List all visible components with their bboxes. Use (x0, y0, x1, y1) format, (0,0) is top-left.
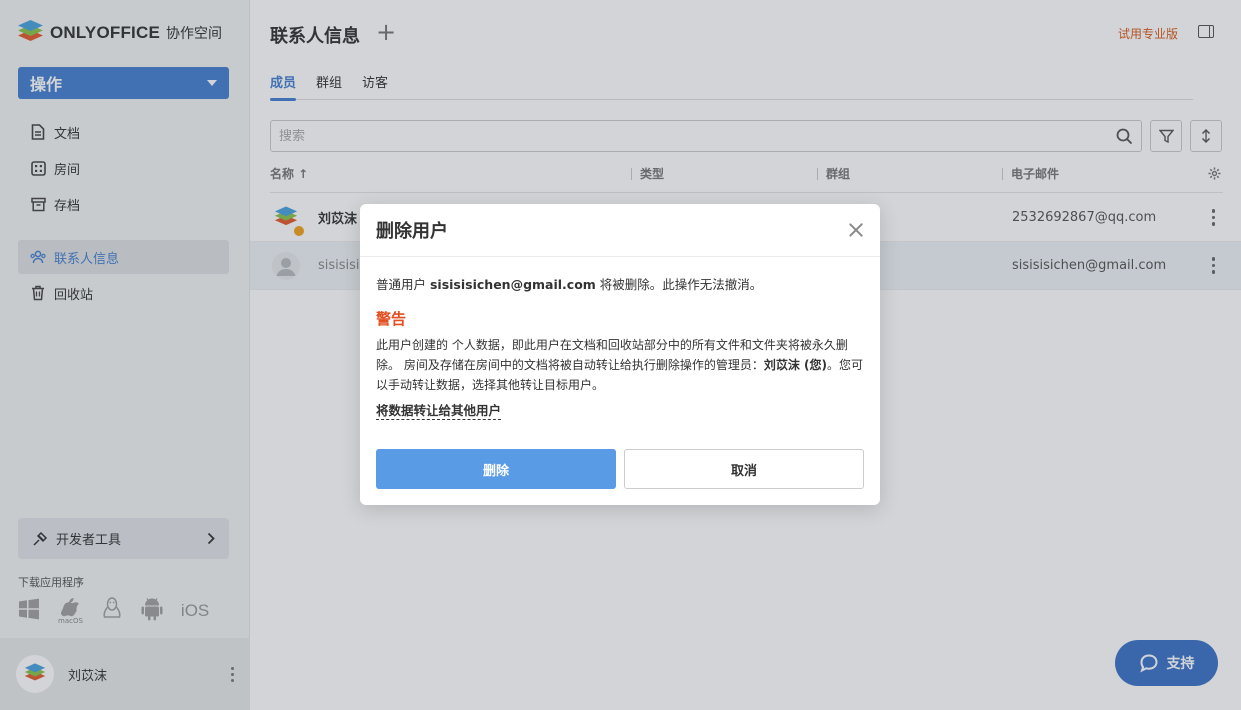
delete-button[interactable]: 删除 (376, 449, 616, 489)
warning-text: 此用户创建的 个人数据，即此用户在文档和回收站部分中的所有文件和文件夹将被永久删… (376, 338, 863, 392)
delete-user-dialog: 删除用户 普通用户 sisisisichen@gmail.com 将被删除。此操… (360, 204, 880, 505)
cancel-button[interactable]: 取消 (624, 449, 864, 489)
dialog-body: 普通用户 sisisisichen@gmail.com 将被删除。此操作无法撤消… (360, 257, 880, 421)
warning-title: 警告 (376, 310, 407, 328)
dialog-footer: 删除 取消 (376, 449, 864, 489)
dialog-title: 删除用户 (376, 221, 448, 242)
transfer-data-link[interactable]: 将数据转让给其他用户 (376, 403, 502, 420)
admin-name: 刘苡沫 (您) (763, 358, 827, 372)
delete-message: 普通用户 sisisisichen@gmail.com 将被删除。此操作无法撤消… (376, 277, 763, 292)
deleted-user-email: sisisisichen@gmail.com (429, 277, 596, 292)
dialog-header: 删除用户 (360, 204, 880, 257)
close-icon[interactable] (848, 222, 864, 238)
